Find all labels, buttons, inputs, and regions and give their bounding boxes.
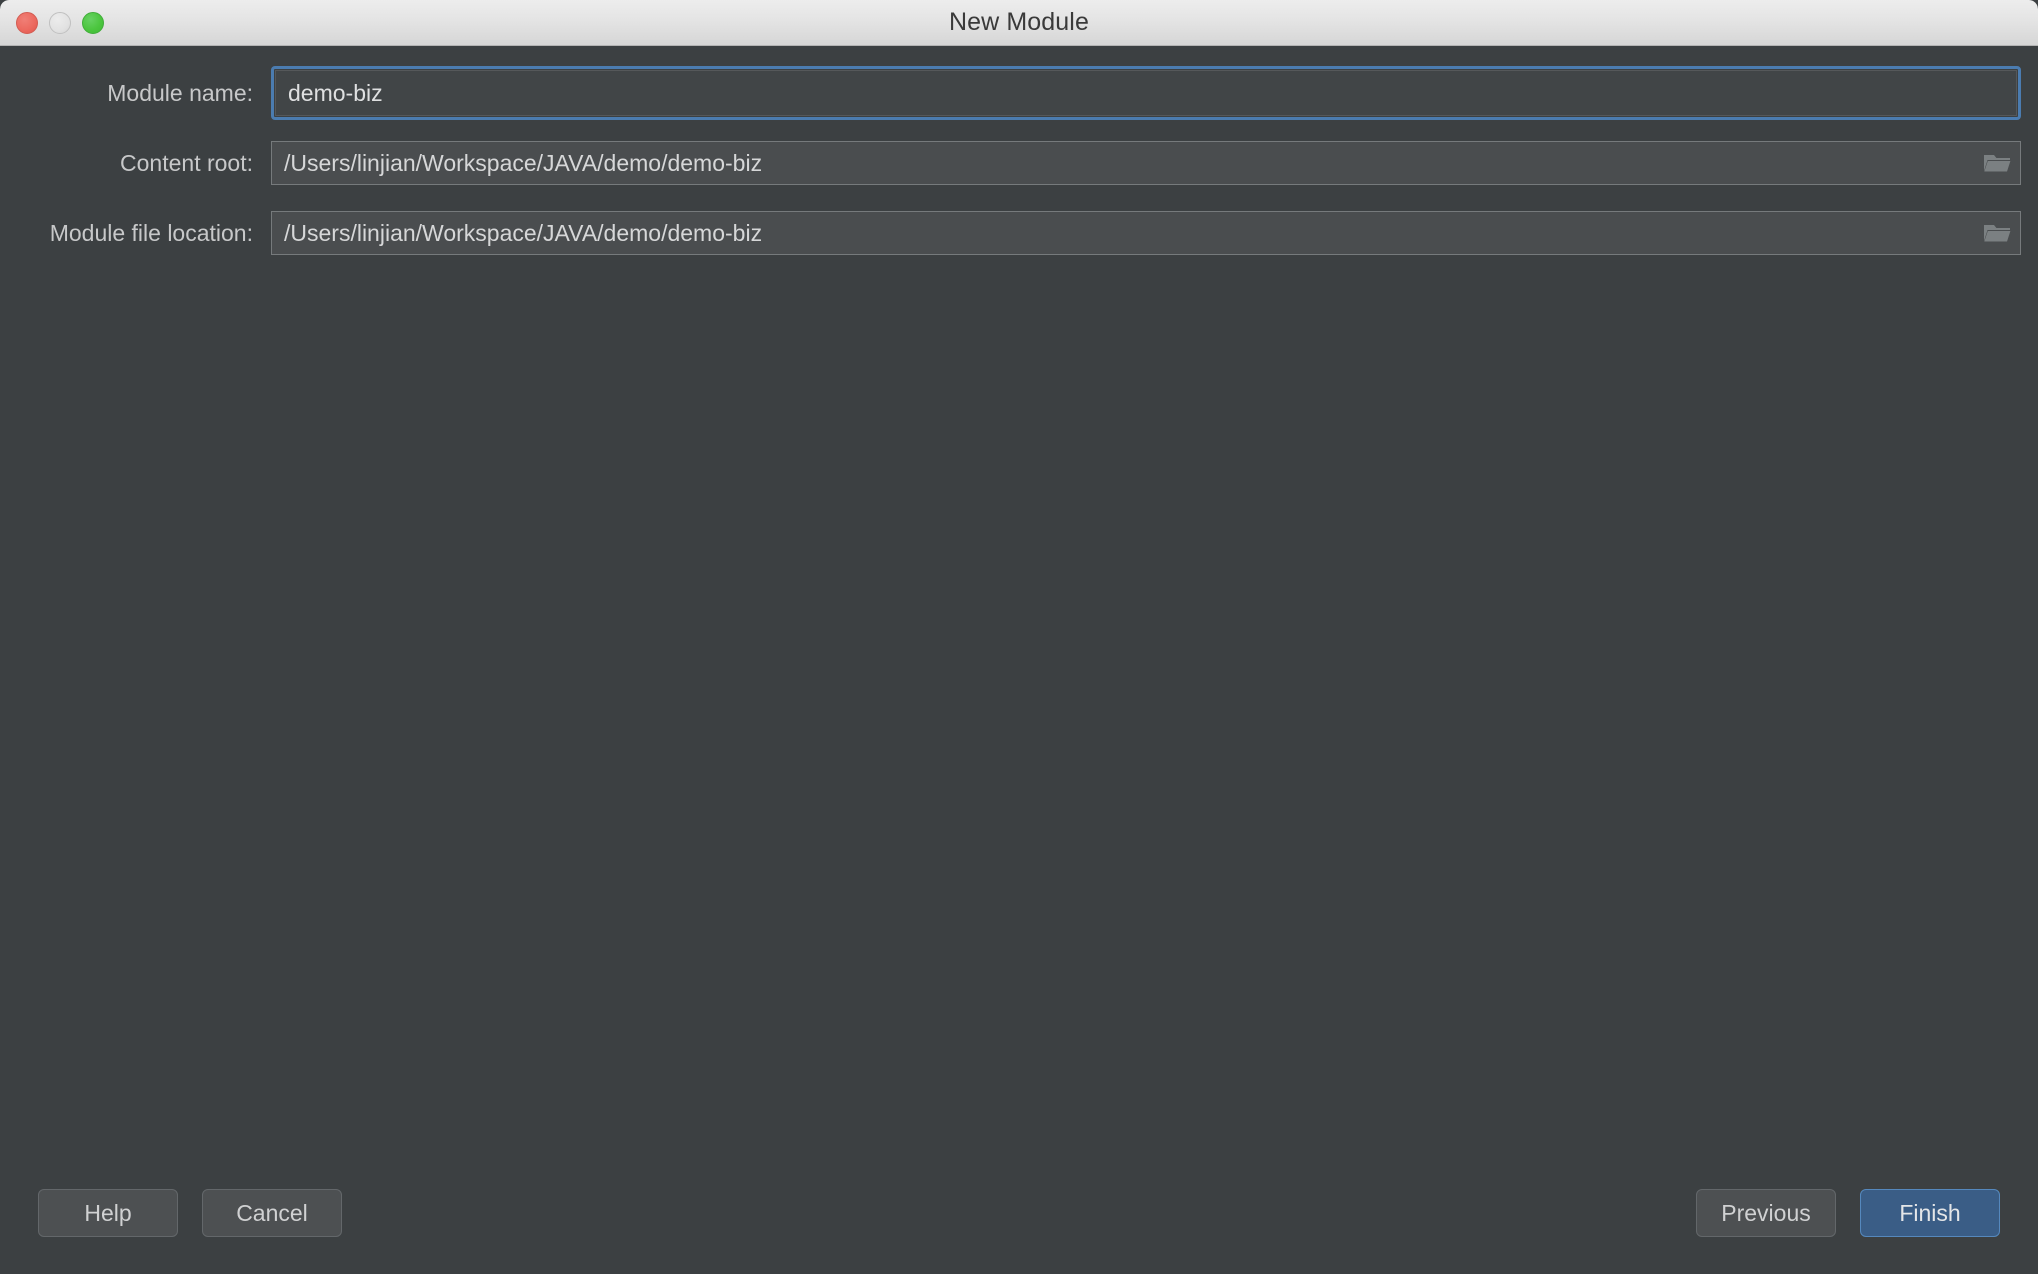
content-root-field-wrap: /Users/linjian/Workspace/JAVA/demo/demo-… [271, 136, 2021, 190]
folder-icon [1983, 152, 2011, 174]
window-titlebar: New Module [0, 0, 2038, 46]
dialog-footer: Help Cancel Previous Finish [0, 1169, 2038, 1274]
module-form: Module name: Content root: /Users/linjia… [0, 46, 2038, 260]
module-file-location-value: /Users/linjian/Workspace/JAVA/demo/demo-… [284, 220, 762, 247]
module-name-focus-ring [271, 66, 2021, 120]
module-name-label: Module name: [0, 80, 253, 107]
new-module-dialog: New Module Module name: Content root: /U… [0, 0, 2038, 1274]
window-title: New Module [0, 8, 2038, 37]
content-root-browse-button[interactable] [1974, 142, 2020, 184]
module-file-location-browse-button[interactable] [1974, 212, 2020, 254]
finish-button[interactable]: Finish [1860, 1189, 2000, 1237]
content-root-label: Content root: [0, 150, 253, 177]
module-name-input[interactable] [275, 70, 2017, 116]
module-name-field-wrap [271, 66, 2021, 120]
minimize-window-icon[interactable] [49, 12, 71, 34]
content-root-value: /Users/linjian/Workspace/JAVA/demo/demo-… [284, 150, 762, 177]
module-file-location-input[interactable]: /Users/linjian/Workspace/JAVA/demo/demo-… [271, 211, 2021, 255]
footer-left-buttons: Help Cancel [38, 1189, 342, 1237]
form-row-module-file-location: Module file location: /Users/linjian/Wor… [0, 206, 2038, 260]
module-file-location-label: Module file location: [0, 220, 253, 247]
content-root-input[interactable]: /Users/linjian/Workspace/JAVA/demo/demo-… [271, 141, 2021, 185]
help-button[interactable]: Help [38, 1189, 178, 1237]
previous-button[interactable]: Previous [1696, 1189, 1836, 1237]
close-window-icon[interactable] [16, 12, 38, 34]
module-file-location-field-wrap: /Users/linjian/Workspace/JAVA/demo/demo-… [271, 206, 2021, 260]
footer-right-buttons: Previous Finish [1696, 1189, 2000, 1237]
form-row-module-name: Module name: [0, 66, 2038, 120]
traffic-lights [16, 0, 104, 45]
maximize-window-icon[interactable] [82, 12, 104, 34]
form-row-content-root: Content root: /Users/linjian/Workspace/J… [0, 136, 2038, 190]
cancel-button[interactable]: Cancel [202, 1189, 342, 1237]
folder-icon [1983, 222, 2011, 244]
dialog-content: Module name: Content root: /Users/linjia… [0, 46, 2038, 1274]
